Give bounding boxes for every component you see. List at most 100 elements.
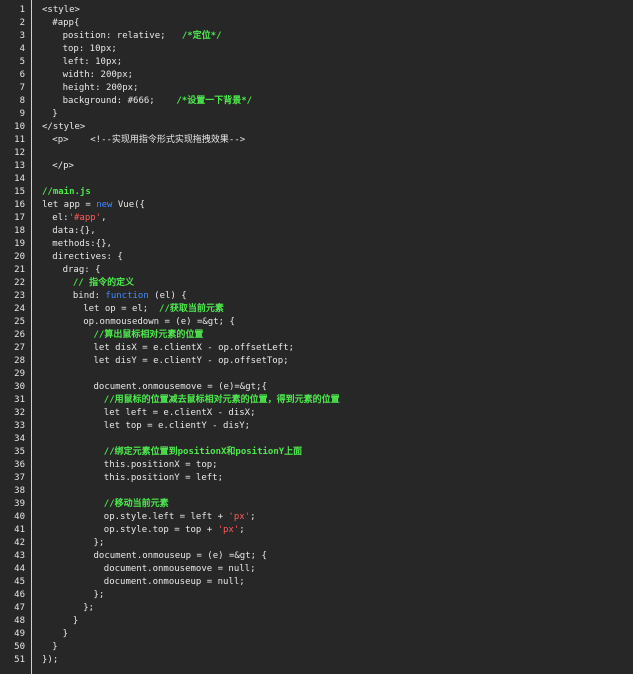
code-line[interactable]: 14: [0, 173, 633, 186]
code-token-plain: <style>: [42, 5, 80, 15]
code-line[interactable]: 1 <style>: [0, 4, 633, 17]
code-line[interactable]: 33 let top = e.clientY - disY;: [0, 420, 633, 433]
code-line[interactable]: 10 </style>: [0, 121, 633, 134]
code-line[interactable]: 36 this.positionX = top;: [0, 459, 633, 472]
line-number: 48: [14, 616, 25, 626]
line-number: 13: [14, 161, 25, 171]
code-text: });: [42, 654, 58, 667]
line-number: 16: [14, 200, 25, 210]
code-line[interactable]: 47};: [0, 602, 633, 615]
code-line[interactable]: 8 background: #666; /*设置一下背景*/: [0, 95, 633, 108]
code-token-plain: document.onmousemove = (e)=&gt;{: [93, 382, 267, 392]
code-token-string: 'px': [228, 512, 251, 522]
code-line[interactable]: 13 </p>: [0, 160, 633, 173]
code-line[interactable]: 26 //算出鼠标相对元素的位置: [0, 329, 633, 342]
code-line[interactable]: 48}: [0, 615, 633, 628]
code-editor[interactable]: 1 <style> 2 #app{3 position: relative; /*定位*…: [0, 0, 633, 674]
code-line[interactable]: 30 document.onmousemove = (e)=&gt;{: [0, 381, 633, 394]
code-token-plain: this.positionX = top;: [103, 460, 218, 470]
code-text: let op = el; //获取当前元素: [83, 303, 224, 316]
code-line[interactable]: 28 let disY = e.clientY - op.offsetTop;: [0, 355, 633, 368]
line-number: 51: [14, 655, 25, 665]
code-line[interactable]: 42};: [0, 537, 633, 550]
code-line[interactable]: 38: [0, 485, 633, 498]
code-line[interactable]: 49}: [0, 628, 633, 641]
code-line[interactable]: 44 document.onmousemove = null;: [0, 563, 633, 576]
code-line[interactable]: 16 let app = new Vue({: [0, 199, 633, 212]
code-line[interactable]: 25 op.onmousedown = (e) =&gt; {: [0, 316, 633, 329]
code-line[interactable]: 18 data:{},: [0, 225, 633, 238]
line-number: 38: [14, 486, 25, 496]
line-number: 40: [14, 512, 25, 522]
code-line[interactable]: 45 document.onmouseup = null;: [0, 576, 633, 589]
code-line[interactable]: 32 let left = e.clientX - disX;: [0, 407, 633, 420]
line-number: 41: [14, 525, 25, 535]
code-line[interactable]: 34: [0, 433, 633, 446]
line-number: 17: [14, 213, 25, 223]
code-line[interactable]: 22 // 指令的定义: [0, 277, 633, 290]
code-line[interactable]: 23 bind: function (el) {: [0, 290, 633, 303]
code-line[interactable]: 12: [0, 147, 633, 160]
code-token-plain: document.onmousemove = null;: [103, 564, 256, 574]
line-number: 21: [14, 265, 25, 275]
line-number: 44: [14, 564, 25, 574]
line-number: 22: [14, 278, 25, 288]
code-line[interactable]: 3 position: relative; /*定位*/: [0, 30, 633, 43]
code-line[interactable]: 29: [0, 368, 633, 381]
code-token-comment: //绑定元素位置到positionX和positionY上面: [103, 447, 303, 457]
line-number: 10: [14, 122, 25, 132]
code-token-plain: bind:: [72, 291, 106, 301]
code-line[interactable]: 21 drag: {: [0, 264, 633, 277]
code-token-plain: #app{: [52, 18, 80, 28]
code-line[interactable]: 15 //main.js: [0, 186, 633, 199]
code-token-plain: background: #666;: [62, 96, 177, 106]
line-number: 24: [14, 304, 25, 314]
code-line[interactable]: 31 //用鼠标的位置减去鼠标相对元素的位置，得到元素的位置: [0, 394, 633, 407]
code-line[interactable]: 4 top: 10px;: [0, 43, 633, 56]
line-number: 36: [14, 460, 25, 470]
code-token-plain: ;: [250, 512, 256, 522]
code-line[interactable]: 7 height: 200px;: [0, 82, 633, 95]
code-line[interactable]: 24 let op = el; //获取当前元素: [0, 303, 633, 316]
code-line[interactable]: 20 directives: {: [0, 251, 633, 264]
code-line[interactable]: 37 this.positionY = left;: [0, 472, 633, 485]
code-line[interactable]: 39 //移动当前元素: [0, 498, 633, 511]
code-text: let app = new Vue({: [42, 199, 145, 212]
code-line[interactable]: 46};: [0, 589, 633, 602]
code-token-plain: </p>: [52, 161, 74, 171]
code-text: let disY = e.clientY - op.offsetTop;: [94, 355, 289, 368]
code-token-comment: /*定位*/: [181, 31, 222, 41]
line-number: 50: [14, 642, 25, 652]
code-line[interactable]: 9}: [0, 108, 633, 121]
code-line[interactable]: 2 #app{: [0, 17, 633, 30]
code-line[interactable]: 19 methods:{},: [0, 238, 633, 251]
code-line[interactable]: 41 op.style.top = top + 'px';: [0, 524, 633, 537]
line-number: 43: [14, 551, 25, 561]
line-number: 7: [19, 83, 25, 93]
code-line[interactable]: 40 op.style.left = left + 'px';: [0, 511, 633, 524]
code-token-plain: document.onmouseup = (e) =&gt; {: [93, 551, 267, 561]
code-token-plain: op.style.left = left +: [103, 512, 229, 522]
code-token-keyword: new: [96, 200, 113, 210]
code-line[interactable]: 11 <p> <!--实现用指令形式实现拖拽效果-->: [0, 134, 633, 147]
line-number: 14: [14, 174, 25, 184]
line-number: 45: [14, 577, 25, 587]
code-text: //算出鼠标相对元素的位置: [94, 329, 204, 342]
code-line[interactable]: 43 document.onmouseup = (e) =&gt; {: [0, 550, 633, 563]
code-line[interactable]: 51});: [0, 654, 633, 667]
code-line[interactable]: 17 el:'#app',: [0, 212, 633, 225]
line-number: 11: [14, 135, 25, 145]
code-token-plain: }: [62, 629, 69, 639]
code-token-plain: height: 200px;: [62, 83, 139, 93]
line-number: 26: [14, 330, 25, 340]
code-line[interactable]: 50}: [0, 641, 633, 654]
line-number: 12: [14, 148, 25, 158]
code-line[interactable]: 35 //绑定元素位置到positionX和positionY上面: [0, 446, 633, 459]
code-token-plain: let disY = e.clientY - op.offsetTop;: [93, 356, 289, 366]
code-line[interactable]: 6 width: 200px;: [0, 69, 633, 82]
code-text: this.positionY = left;: [104, 472, 223, 485]
code-text: directives: {: [52, 251, 122, 264]
code-token-plain: directives: {: [52, 252, 123, 262]
code-line[interactable]: 5 left: 10px;: [0, 56, 633, 69]
code-line[interactable]: 27 let disX = e.clientX - op.offsetLeft;: [0, 342, 633, 355]
